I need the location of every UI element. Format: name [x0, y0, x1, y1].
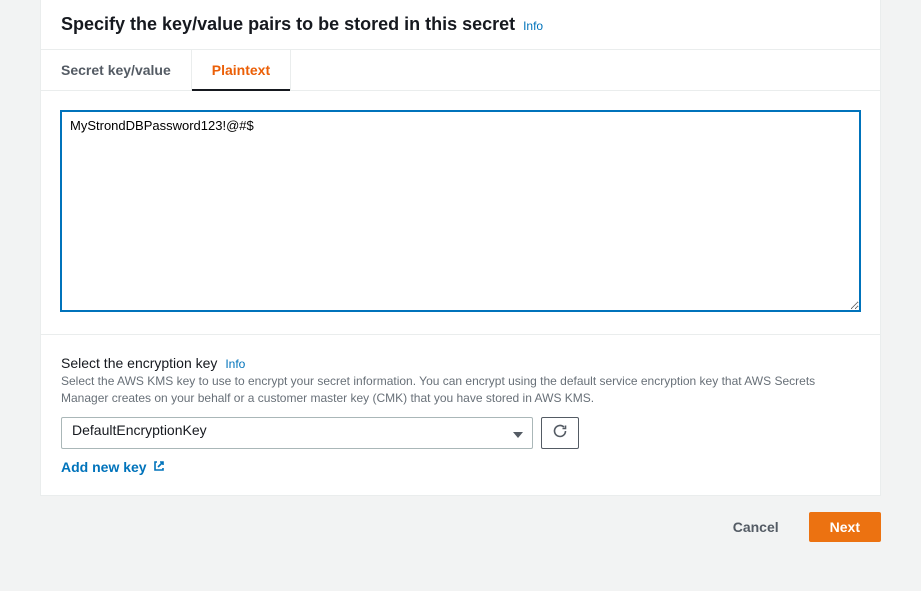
encryption-label: Select the encryption key: [61, 355, 217, 371]
add-new-key-label: Add new key: [61, 459, 147, 475]
encryption-help-text: Select the AWS KMS key to use to encrypt…: [61, 373, 860, 407]
encryption-key-select[interactable]: DefaultEncryptionKey: [61, 417, 533, 449]
encryption-info-link[interactable]: Info: [225, 357, 245, 371]
add-new-key-link[interactable]: Add new key: [61, 459, 165, 475]
refresh-keys-button[interactable]: [541, 417, 579, 449]
tab-secret-keyvalue[interactable]: Secret key/value: [41, 50, 192, 90]
next-button[interactable]: Next: [809, 512, 881, 542]
wizard-actions: Cancel Next: [40, 496, 881, 558]
external-link-icon: [153, 459, 165, 475]
encryption-section: Select the encryption key Info Select th…: [41, 334, 880, 495]
panel-body: [41, 91, 880, 334]
refresh-icon: [552, 423, 568, 442]
panel-title: Specify the key/value pairs to be stored…: [61, 14, 515, 34]
panel-header: Specify the key/value pairs to be stored…: [41, 0, 880, 49]
plaintext-textarea[interactable]: [61, 111, 860, 311]
tabs-bar: Secret key/value Plaintext: [41, 49, 880, 91]
tab-plaintext[interactable]: Plaintext: [192, 50, 291, 90]
cancel-button[interactable]: Cancel: [713, 512, 799, 542]
secret-config-panel: Specify the key/value pairs to be stored…: [40, 0, 881, 496]
panel-info-link[interactable]: Info: [523, 19, 543, 33]
